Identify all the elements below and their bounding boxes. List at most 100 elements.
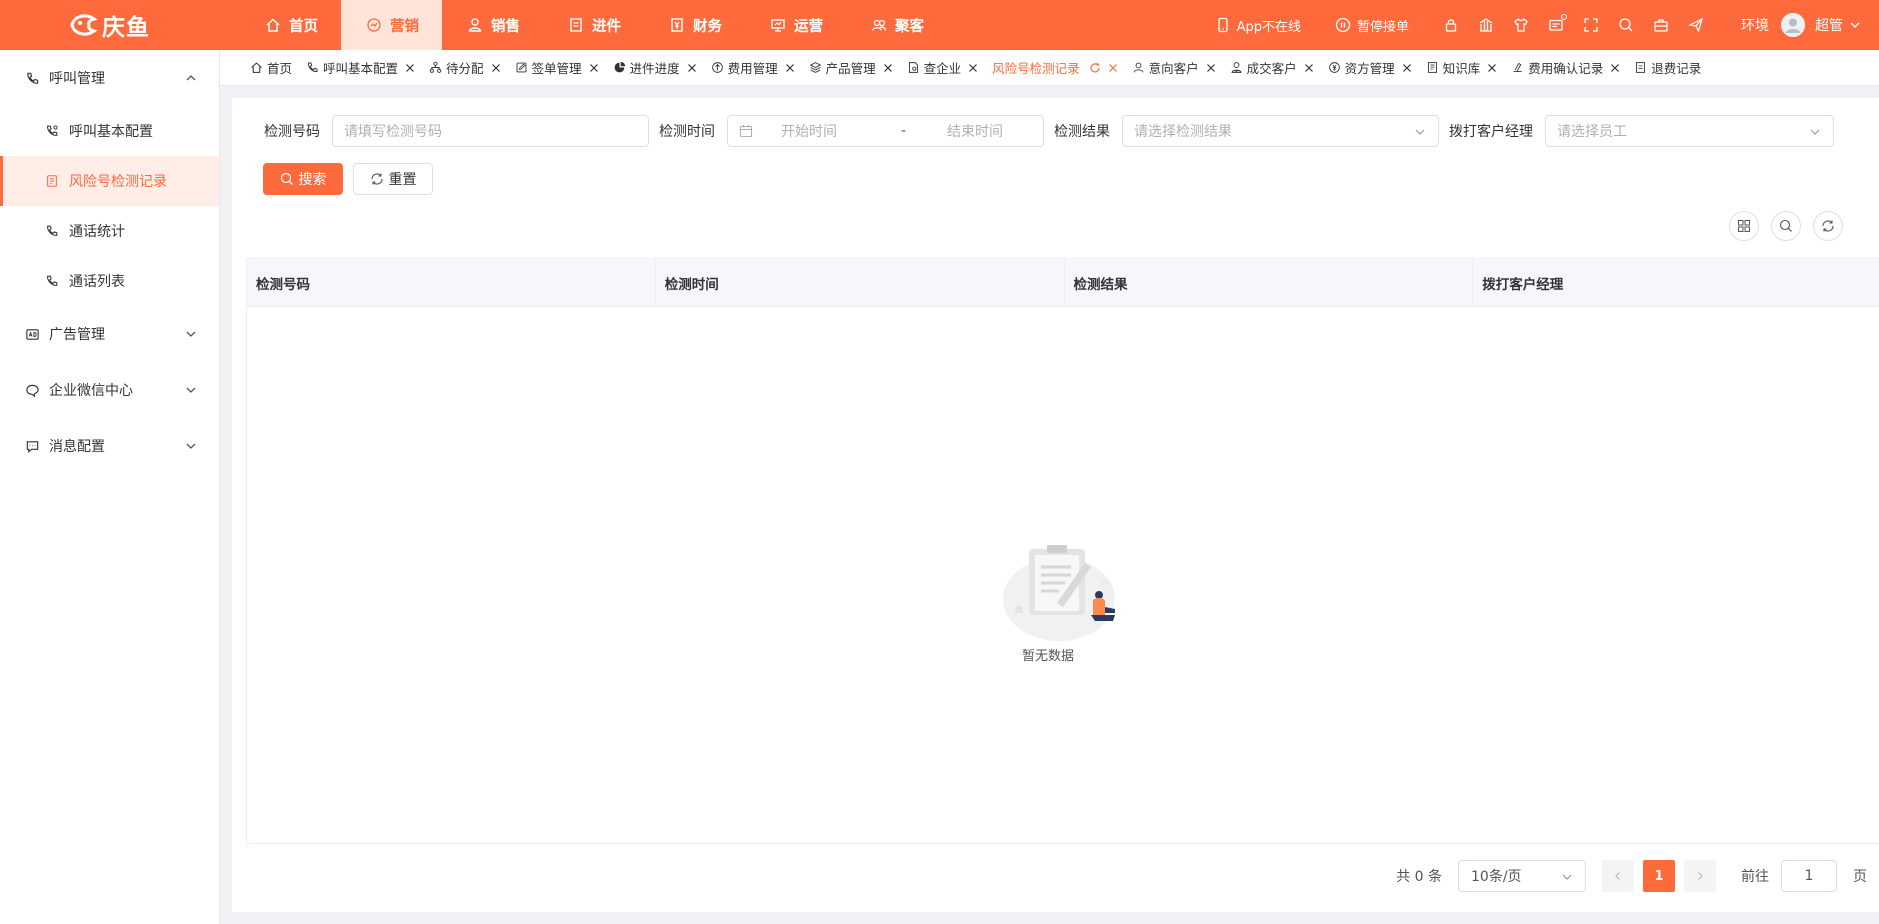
page-size-value: 10条/页 — [1471, 869, 1522, 885]
tab-company-lookup[interactable]: 查企业 — [907, 58, 979, 77]
close-icon[interactable] — [1610, 63, 1620, 73]
column-header-manager: 拨打客户经理 — [1482, 277, 1564, 293]
close-icon[interactable] — [883, 63, 893, 73]
close-icon[interactable] — [1304, 63, 1314, 73]
send-icon[interactable] — [1688, 17, 1704, 33]
wechat-icon — [26, 384, 39, 397]
document-icon — [570, 18, 582, 32]
sidebar-item-label: 通话列表 — [69, 274, 125, 290]
avatar[interactable] — [1781, 13, 1805, 37]
tab-call-config[interactable]: 呼叫基本配置 — [306, 58, 415, 77]
home-icon — [251, 62, 262, 73]
close-icon[interactable] — [491, 63, 501, 73]
close-icon[interactable] — [589, 63, 599, 73]
user-name[interactable]: 超管 — [1815, 15, 1843, 35]
end-time-placeholder[interactable]: 结束时间 — [947, 121, 1003, 141]
fullscreen-icon[interactable] — [1583, 17, 1599, 33]
manager-select[interactable]: 请选择员工 — [1545, 115, 1834, 147]
tab-application-progress[interactable]: 进件进度 — [613, 58, 697, 77]
chevron-down-icon — [186, 443, 196, 449]
bank-icon[interactable] — [1478, 17, 1494, 33]
notification-button[interactable] — [1548, 14, 1567, 33]
goto-label: 前往 — [1741, 869, 1769, 885]
column-settings-button[interactable] — [1729, 211, 1759, 241]
next-page-button[interactable] — [1684, 860, 1716, 892]
close-icon[interactable] — [687, 63, 697, 73]
goto-page-input[interactable]: 1 — [1781, 860, 1837, 892]
toggle-search-button[interactable] — [1771, 211, 1801, 241]
reset-button[interactable]: 重置 — [353, 163, 433, 195]
sidebar-item-call-statistics[interactable]: 通话统计 — [0, 206, 219, 256]
search-icon[interactable] — [1618, 17, 1634, 33]
tab-deal-customers[interactable]: 成交客户 — [1230, 58, 1314, 77]
topnav-finance[interactable]: 财务 — [644, 0, 745, 50]
search-button-label: 搜索 — [298, 172, 327, 188]
prev-page-button[interactable] — [1602, 860, 1634, 892]
sidebar-item-call-list[interactable]: 通话列表 — [0, 256, 219, 306]
tab-knowledge-base[interactable]: 知识库 — [1426, 58, 1498, 77]
chevron-down-icon[interactable] — [1849, 19, 1861, 31]
topnav-customers[interactable]: 聚客 — [846, 0, 947, 50]
date-range-picker[interactable]: 开始时间 - 结束时间 — [727, 115, 1044, 147]
result-select[interactable]: 请选择检测结果 — [1122, 115, 1439, 147]
sidebar-group-label: 消息配置 — [49, 439, 105, 455]
page-number[interactable]: 1 — [1643, 860, 1675, 892]
close-icon[interactable] — [968, 63, 978, 73]
operation-icon — [771, 19, 785, 32]
chevron-down-icon — [1415, 129, 1425, 135]
number-input[interactable]: 请填写检测号码 — [332, 115, 649, 147]
tab-funder-management[interactable]: 资方管理 — [1328, 58, 1412, 77]
message-icon — [26, 440, 39, 453]
topnav-documents[interactable]: 进件 — [543, 0, 644, 50]
tab-refund-records[interactable]: 退费记录 — [1634, 58, 1701, 77]
app-status[interactable]: App不在线 — [1215, 16, 1301, 35]
chevron-down-icon — [186, 387, 196, 393]
tab-intent-customers[interactable]: 意向客户 — [1132, 58, 1216, 77]
tab-label: 资方管理 — [1344, 61, 1395, 76]
pause-orders-button[interactable]: 暂停接单 — [1335, 16, 1409, 35]
sidebar-group-ad-management[interactable]: 广告管理 — [0, 306, 219, 362]
page-size-select[interactable]: 10条/页 — [1458, 860, 1586, 892]
chevron-down-icon — [186, 331, 196, 337]
start-time-placeholder[interactable]: 开始时间 — [781, 121, 901, 141]
topnav-label: 销售 — [491, 18, 520, 35]
company-icon — [908, 62, 918, 73]
column-header-number: 检测号码 — [247, 259, 656, 307]
logo[interactable]: 庆鱼 — [0, 0, 240, 50]
chevron-down-icon — [1810, 129, 1820, 135]
tab-fee-confirm-records[interactable]: 费用确认记录 — [1511, 58, 1620, 77]
top-bar: 庆鱼 首页 营销 销售 进件 财务 运营 聚客 App不在线 暂停接单 环境 超… — [0, 0, 1879, 50]
tab-pending-assign[interactable]: 待分配 — [429, 58, 501, 77]
topnav-marketing[interactable]: 营销 — [341, 0, 442, 50]
refresh-icon[interactable] — [1089, 62, 1101, 74]
tab-fee-management[interactable]: 费用管理 — [711, 58, 795, 77]
sidebar-item-call-config[interactable]: 呼叫基本配置 — [0, 106, 219, 156]
sidebar-group-wechat-center[interactable]: 企业微信中心 — [0, 362, 219, 418]
close-icon[interactable] — [1108, 63, 1118, 73]
close-icon[interactable] — [1206, 63, 1216, 73]
lock-icon[interactable] — [1443, 17, 1459, 33]
tab-label: 成交客户 — [1246, 61, 1297, 76]
page-unit-label: 页 — [1853, 869, 1867, 885]
sidebar-group-call-management[interactable]: 呼叫管理 — [0, 50, 219, 106]
close-icon[interactable] — [405, 63, 415, 73]
tab-home[interactable]: 首页 — [250, 58, 292, 77]
search-button[interactable]: 搜索 — [263, 163, 343, 195]
topnav-operation[interactable]: 运营 — [745, 0, 846, 50]
sidebar-item-risk-number-records[interactable]: 风险号检测记录 — [0, 156, 219, 206]
topnav-sales[interactable]: 销售 — [442, 0, 543, 50]
briefcase-icon[interactable] — [1653, 17, 1669, 33]
tab-product-management[interactable]: 产品管理 — [809, 58, 893, 77]
tab-label: 费用管理 — [727, 61, 778, 76]
close-icon[interactable] — [1487, 63, 1497, 73]
sidebar-group-message-config[interactable]: 消息配置 — [0, 418, 219, 474]
shirt-icon[interactable] — [1513, 17, 1529, 33]
close-icon[interactable] — [785, 63, 795, 73]
refresh-table-button[interactable] — [1813, 211, 1843, 241]
tab-risk-number-records[interactable]: 风险号检测记录 — [992, 58, 1118, 77]
tab-sign-management[interactable]: 签单管理 — [515, 58, 599, 77]
topnav-home[interactable]: 首页 — [240, 0, 341, 50]
pause-label: 暂停接单 — [1356, 19, 1409, 35]
sidebar-item-label: 呼叫基本配置 — [69, 124, 153, 140]
close-icon[interactable] — [1402, 63, 1412, 73]
